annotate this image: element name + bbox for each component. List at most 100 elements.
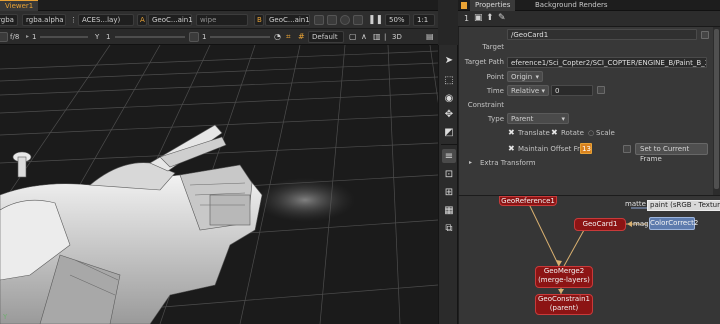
zoom-select[interactable]: 50% bbox=[385, 14, 410, 26]
channel-alpha-select[interactable]: rgba.alpha bbox=[22, 14, 66, 26]
grid-icon[interactable]: # bbox=[298, 30, 305, 44]
select-arrow-icon[interactable]: ➤ bbox=[442, 53, 456, 67]
translate-checkbox[interactable]: ✖ bbox=[508, 127, 515, 139]
scale-label: Scale bbox=[596, 129, 615, 137]
node-color-correct[interactable]: ColorCorrect2 bbox=[649, 217, 698, 230]
viewport-scene bbox=[0, 45, 438, 324]
camera-icon[interactable]: ▤ bbox=[426, 30, 434, 44]
proxy-icon[interactable]: ◔ bbox=[274, 30, 281, 44]
compare-icon[interactable] bbox=[314, 15, 324, 25]
vertex-tool-icon[interactable]: ⊡ bbox=[442, 167, 456, 181]
rotate-checkbox[interactable]: ✖ bbox=[551, 127, 558, 139]
viewer-tool-strip: ➤ ⬚ ◉ ✥ ◩ ≡ ⊡ ⊞ ▦ ⧉ bbox=[438, 45, 458, 324]
tab-background-renders[interactable]: Background Renders bbox=[530, 0, 613, 11]
menu-tool-icon[interactable]: ≡ bbox=[442, 149, 456, 163]
node-paint-texture[interactable]: paint (sRGB - Texture bbox=[647, 200, 720, 211]
node-geo-merge[interactable]: GeoMerge2 (merge-layers) bbox=[535, 266, 593, 288]
extra-transform-expand-icon[interactable]: ▸ bbox=[469, 157, 472, 169]
transform-tool-icon[interactable]: ✥ bbox=[442, 107, 456, 121]
frame-lock-icon[interactable] bbox=[189, 32, 199, 42]
type-dropdown[interactable]: Parent bbox=[507, 113, 569, 124]
rotate-label: Rotate bbox=[561, 129, 584, 137]
scale-tool-icon[interactable]: ◩ bbox=[442, 125, 456, 139]
wipe-select[interactable]: wipe bbox=[196, 14, 248, 26]
mag-label: mag bbox=[633, 220, 649, 228]
lock-icon[interactable]: ▣ bbox=[474, 14, 483, 23]
input-b-select[interactable]: GeoC...ain1 bbox=[265, 14, 310, 26]
grip-icon: ⋮ bbox=[70, 16, 77, 24]
wipe-label: wipe bbox=[200, 16, 217, 24]
extra-transform-label[interactable]: Extra Transform bbox=[480, 157, 536, 169]
channels-select[interactable]: rgba bbox=[0, 14, 18, 26]
fstop-value[interactable]: f/8 bbox=[10, 30, 19, 44]
target-path-label: Target Path bbox=[464, 58, 504, 66]
colorspace-select[interactable]: ACES...lay) bbox=[78, 14, 134, 26]
time-dropdown[interactable]: Relative bbox=[507, 85, 549, 96]
node-geo-constrain[interactable]: GeoConstrain1 (parent) bbox=[535, 294, 593, 315]
node-name-picker-icon[interactable] bbox=[701, 31, 709, 39]
view-mode-select[interactable]: Default bbox=[308, 31, 344, 43]
maintain-offset-checkbox[interactable]: ✖ bbox=[508, 143, 515, 155]
target-path-field[interactable]: eference1/Sci_Copter2/SCI_COPTER/ENGINE_… bbox=[507, 57, 707, 68]
node-graph[interactable]: GeoReference1 matte paint (sRGB - Textur… bbox=[458, 195, 720, 324]
input-a-letter[interactable]: A bbox=[137, 14, 147, 26]
input-b-letter[interactable]: B bbox=[254, 14, 264, 26]
set-current-frame-button[interactable]: Set to Current Frame bbox=[635, 143, 708, 163]
capture-icon[interactable] bbox=[353, 15, 363, 25]
node-geo-card[interactable]: GeoCard1 bbox=[574, 218, 626, 231]
tab-viewer1[interactable]: Viewer1 bbox=[0, 0, 39, 11]
viewer-toolbar-bottom: f/8 ▸ 1 Y 1 1 ◔ ⌗ # Default ▢ ∧ ▥ | 3D ▤ bbox=[0, 29, 438, 45]
fstop-swatch-icon[interactable] bbox=[0, 32, 8, 42]
object-select-icon[interactable]: ⧉ bbox=[442, 221, 456, 235]
grid-select-icon[interactable]: ⊞ bbox=[442, 185, 456, 199]
type-label: Type bbox=[487, 115, 504, 123]
columns-icon[interactable]: ▥ bbox=[373, 30, 381, 44]
gain-slider[interactable] bbox=[40, 36, 88, 38]
tab-properties[interactable]: Properties bbox=[470, 0, 516, 11]
scale-checkbox[interactable]: ○ bbox=[588, 127, 594, 139]
properties-scrollbar[interactable] bbox=[713, 27, 720, 195]
colorspace-label: ACES...lay) bbox=[82, 16, 121, 24]
roi-icon[interactable]: ⌗ bbox=[286, 30, 291, 44]
gamma-slider[interactable] bbox=[115, 36, 185, 38]
edit-icon[interactable]: ✎ bbox=[498, 14, 507, 23]
pin-icon[interactable]: ⬆ bbox=[486, 14, 495, 23]
viewer-toolbar-top: rgba rgba.alpha ⋮ ACES...lay) A GeoC...a… bbox=[0, 11, 438, 29]
rotate-tool-icon[interactable]: ◉ bbox=[442, 91, 456, 105]
time-anim-icon[interactable] bbox=[597, 86, 605, 94]
view-3d-toggle[interactable]: 3D bbox=[392, 30, 402, 44]
frame-value[interactable]: 1 bbox=[202, 30, 206, 44]
node-geo-reference[interactable]: GeoReference1 bbox=[499, 196, 557, 206]
edge-arrow-card bbox=[627, 221, 632, 227]
edge-reference-to-merge bbox=[528, 203, 560, 267]
gain-value[interactable]: 1 bbox=[32, 30, 36, 44]
properties-toolbar: 1 ▣ ⬆ ✎ bbox=[458, 11, 720, 27]
wireframe-icon[interactable]: ▢ bbox=[349, 30, 357, 44]
gamma-label: Y bbox=[95, 33, 100, 41]
pause-icon[interactable]: ❚❚ bbox=[368, 13, 383, 27]
curve-icon[interactable]: ∧ bbox=[361, 30, 367, 44]
viewer-viewport[interactable]: Y bbox=[0, 45, 438, 324]
node-name-field[interactable]: /GeoCard1 bbox=[507, 29, 697, 40]
geo-constrain-subtitle: (parent) bbox=[549, 304, 579, 312]
axis-label: Y bbox=[3, 313, 8, 321]
properties-scroll-thumb[interactable] bbox=[714, 29, 719, 189]
edge-card-to-merge bbox=[563, 229, 585, 267]
viewer-tab-bar: Viewer1 bbox=[0, 0, 438, 11]
gamma-value[interactable]: 1 bbox=[106, 30, 110, 44]
clip-icon[interactable] bbox=[327, 15, 337, 25]
maintain-offset-field[interactable]: 13 bbox=[580, 143, 592, 154]
panel-drag-handle-icon[interactable] bbox=[461, 2, 467, 9]
point-label: Point bbox=[486, 73, 504, 81]
panel-tab-bar: Properties Background Renders bbox=[458, 0, 720, 11]
frame-slider[interactable] bbox=[210, 36, 270, 38]
face-select-icon[interactable]: ▦ bbox=[442, 203, 456, 217]
refresh-icon[interactable] bbox=[340, 15, 350, 25]
maintain-offset-anim-icon[interactable] bbox=[623, 145, 631, 153]
point-dropdown[interactable]: Origin bbox=[507, 71, 543, 82]
helicopter-model bbox=[0, 124, 263, 324]
time-offset-field[interactable]: 0 bbox=[551, 85, 593, 96]
input-a-select[interactable]: GeoC...ain1 bbox=[148, 14, 193, 26]
ratio-select[interactable]: 1:1 bbox=[413, 14, 435, 26]
select-box-icon[interactable]: ⬚ bbox=[442, 73, 456, 87]
